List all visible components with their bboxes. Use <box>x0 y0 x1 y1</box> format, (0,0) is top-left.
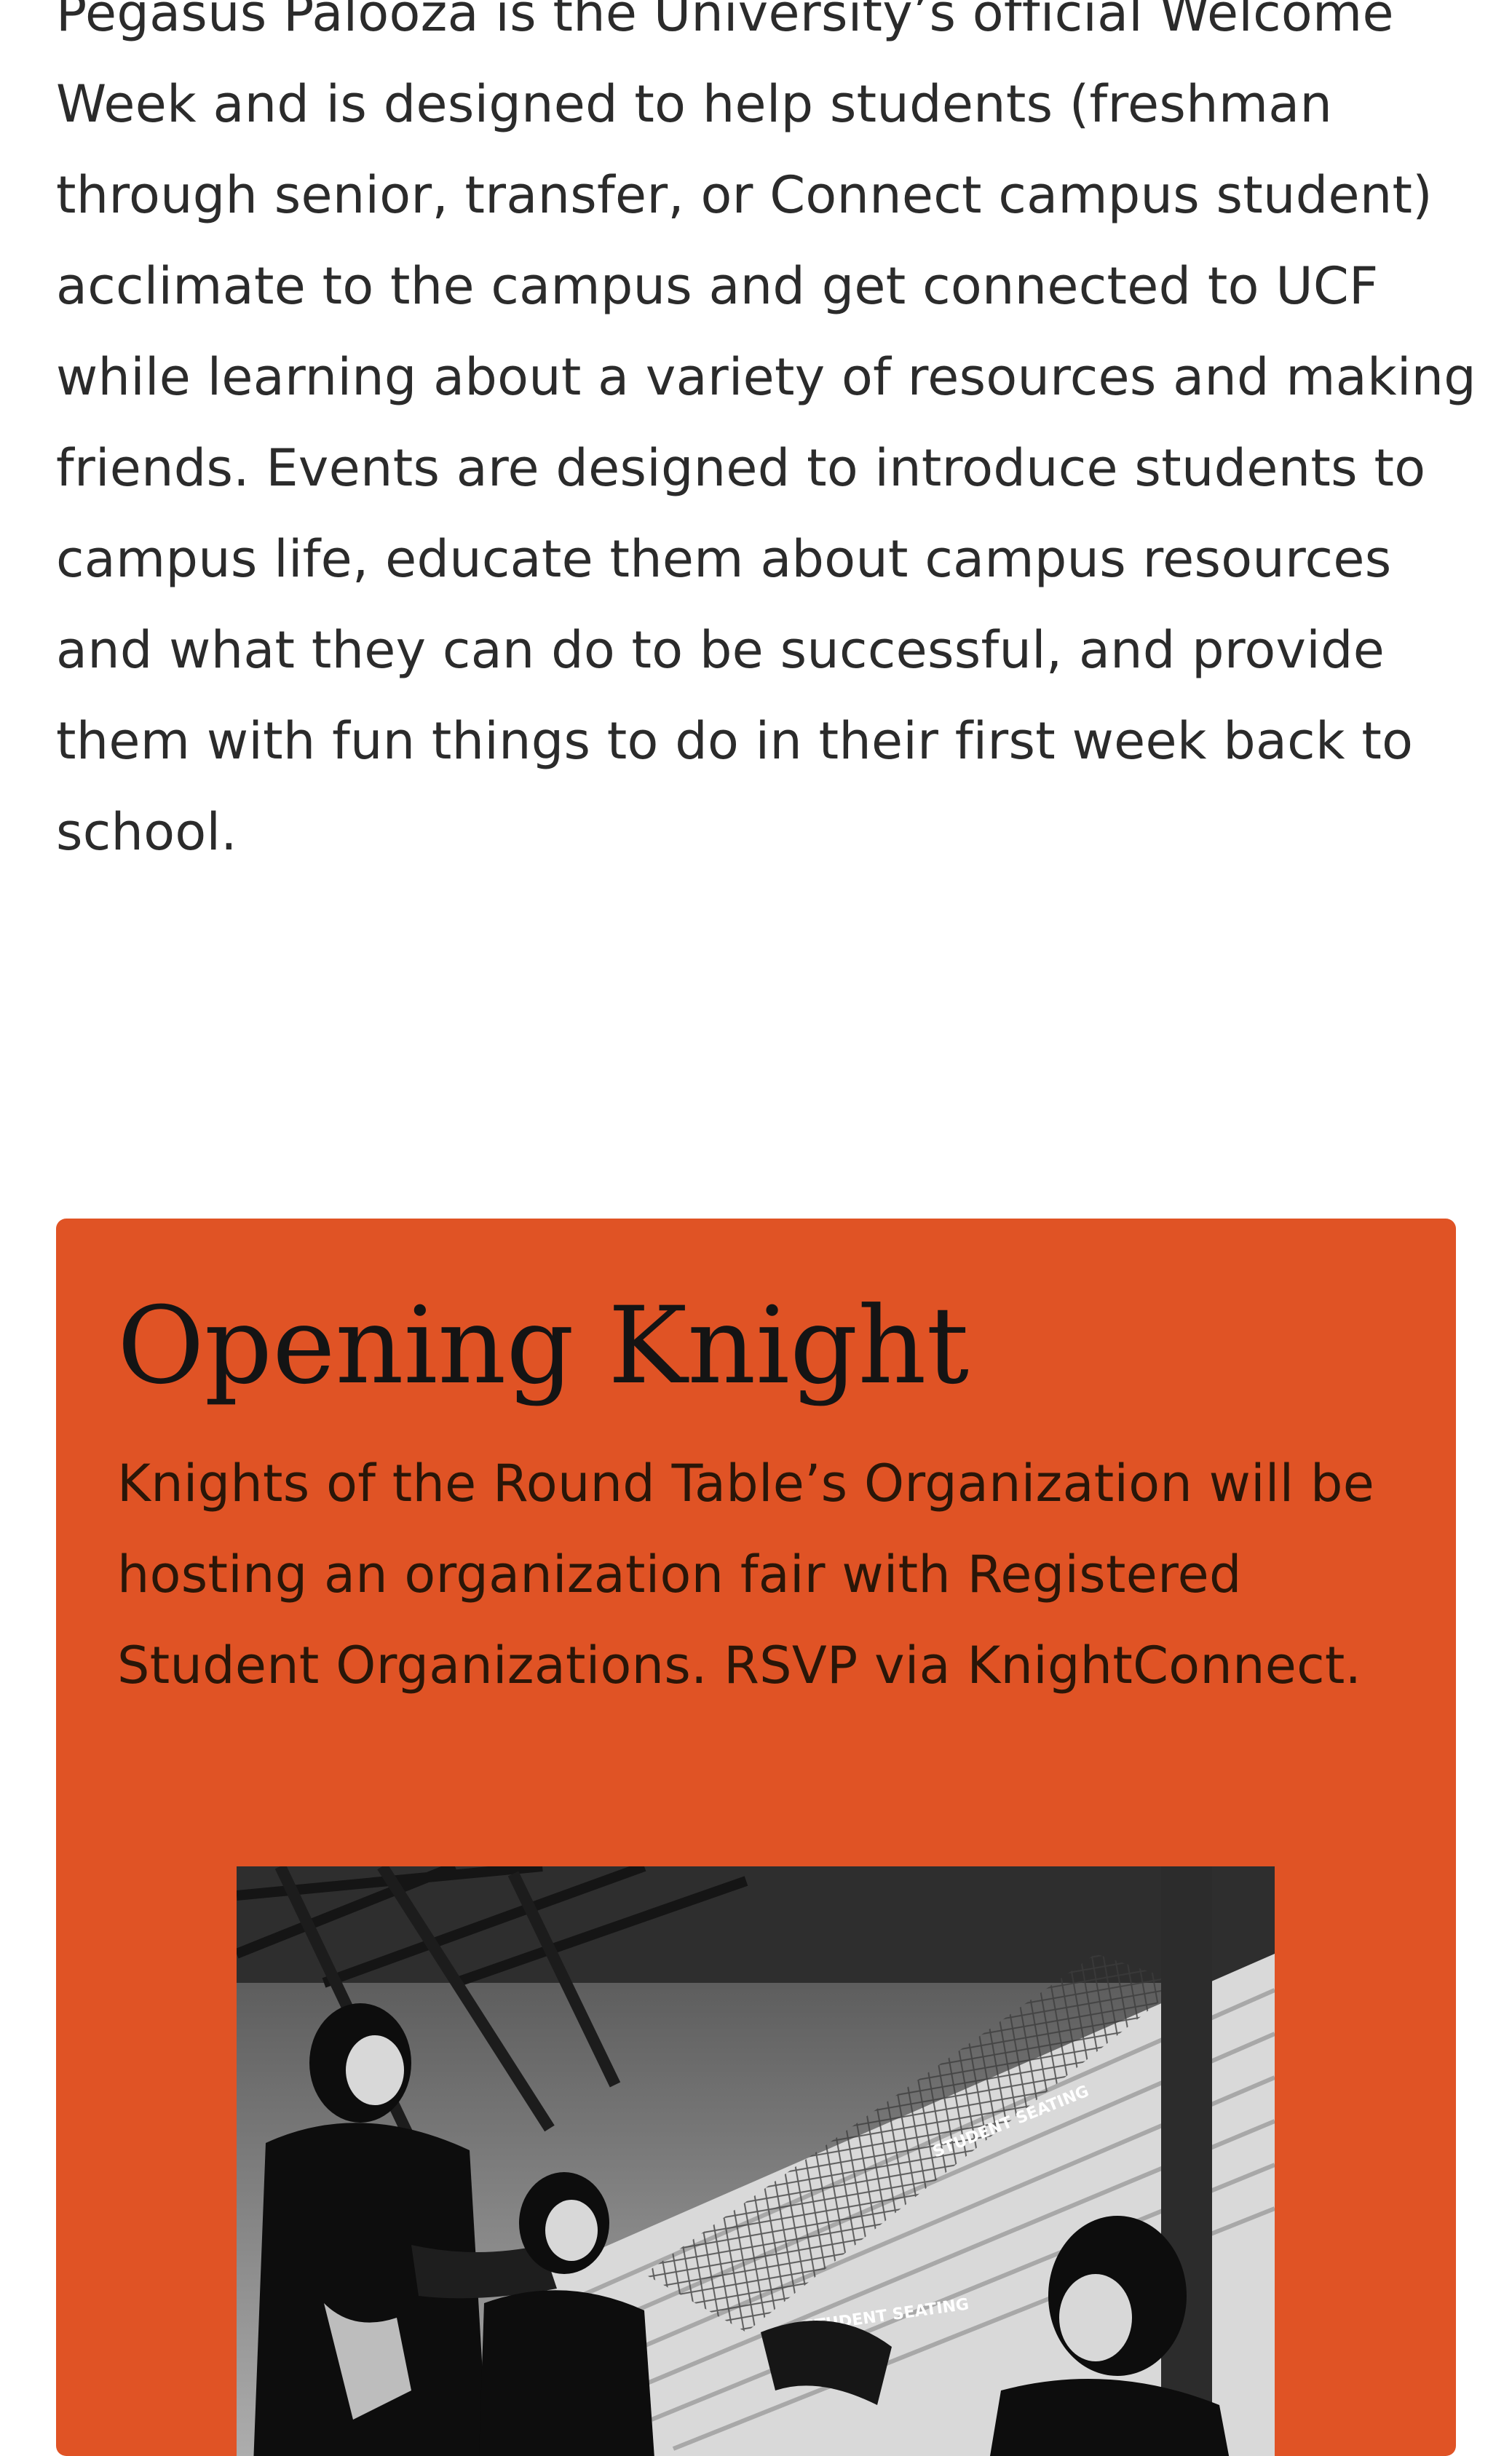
intro-paragraph: Pegasus Palooza is the University’s offi… <box>56 0 1476 862</box>
event-card-title: Opening Knight <box>117 1284 970 1408</box>
event-photo: STUDENT SEATING STUDENT SEATING <box>237 1866 1275 2456</box>
event-card-description: Knights of the Round Table’s Organizatio… <box>117 1454 1375 1695</box>
event-photo-image: STUDENT SEATING STUDENT SEATING <box>237 1866 1275 2456</box>
event-card-opening-knight: Opening Knight Knights of the Round Tabl… <box>56 1219 1456 2456</box>
